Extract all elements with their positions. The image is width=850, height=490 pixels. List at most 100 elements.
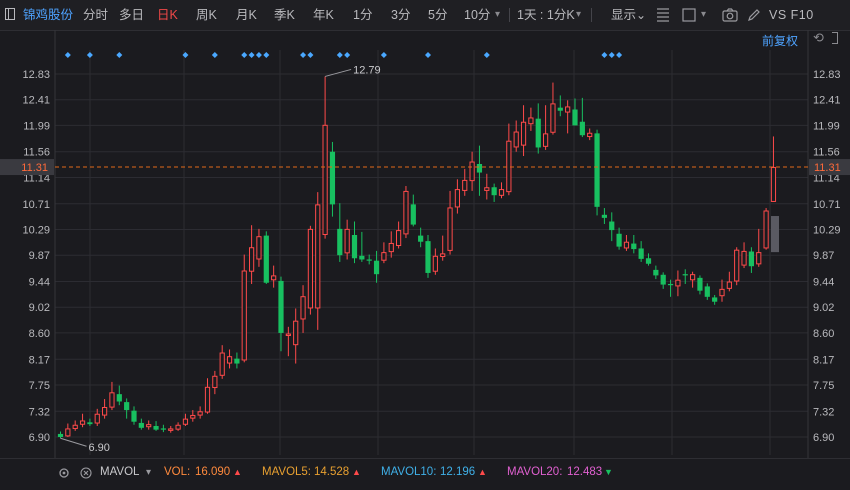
candle-body <box>256 236 262 260</box>
candle-body <box>403 190 409 235</box>
y-tick-label-left: 9.87 <box>29 250 50 262</box>
candlestick-chart[interactable]: 12.83 12.83 12.41 12.41 11.99 11.99 11.56 11.56… <box>0 0 850 458</box>
candle-body <box>601 214 607 218</box>
candle-body <box>322 124 328 235</box>
event-marker <box>116 52 123 58</box>
candle-body <box>396 230 402 247</box>
vol-value: 16.090 <box>195 466 231 478</box>
candle-body <box>146 424 152 428</box>
mavol10-value: 12.196 <box>440 466 476 478</box>
candle-body <box>87 422 93 425</box>
y-tick-label-left: 7.32 <box>29 406 50 418</box>
event-marker <box>616 52 623 58</box>
event-marker <box>608 52 615 58</box>
candle-body <box>638 248 644 259</box>
event-marker <box>241 52 248 58</box>
candle-body <box>594 133 600 207</box>
y-tick-label-right: 8.60 <box>813 328 834 340</box>
candle-body <box>72 424 78 430</box>
candle-body <box>197 411 203 416</box>
mavol20-label: MAVOL20: <box>507 466 563 478</box>
y-tick-label-left: 6.90 <box>29 432 50 444</box>
y-tick-label-right: 8.17 <box>813 354 834 366</box>
chevron-down-icon[interactable]: ▾ <box>146 459 151 486</box>
event-marker <box>263 52 270 58</box>
event-marker <box>211 52 218 58</box>
candle-body <box>675 279 681 287</box>
candle-body <box>734 249 740 282</box>
indicator-bar: MAVOL ▾ VOL: 16.090 ▲ MAVOL5: 14.528 ▲ M… <box>0 458 850 486</box>
candle-body <box>462 179 468 191</box>
candle-body <box>190 414 196 419</box>
candle-body <box>410 204 416 225</box>
candle-body <box>587 132 593 138</box>
y-tick-label-right: 9.02 <box>813 302 834 314</box>
candle-body <box>667 283 674 286</box>
candle-body <box>719 288 725 297</box>
y-tick-label-left: 10.29 <box>22 224 50 236</box>
candle-body <box>712 297 718 302</box>
y-tick-label-right: 10.29 <box>813 224 841 236</box>
candle-body <box>631 243 637 250</box>
candle-body <box>498 189 505 196</box>
candle-body <box>484 187 490 191</box>
settings-icon[interactable] <box>58 459 70 486</box>
event-marker <box>182 52 189 58</box>
candle-body <box>234 358 240 364</box>
close-icon[interactable] <box>80 459 92 486</box>
candle-body <box>109 392 115 408</box>
candle-body <box>271 275 277 281</box>
mavol5-label: MAVOL5: <box>262 466 311 478</box>
y-tick-label-right: 9.44 <box>813 277 834 289</box>
y-tick-label-right: 6.90 <box>813 432 834 444</box>
event-marker <box>307 52 314 58</box>
candle-body <box>476 163 483 173</box>
candle-body <box>373 260 380 275</box>
current-price-label-left: 11.31 <box>21 162 48 174</box>
candle-body <box>79 420 86 425</box>
y-tick-label-right: 11.56 <box>813 147 840 159</box>
candle-body <box>57 433 64 437</box>
event-marker <box>601 52 608 58</box>
indicator-select[interactable]: MAVOL <box>100 459 139 486</box>
event-marker <box>248 52 255 58</box>
candle-body <box>388 242 394 253</box>
candle-body <box>572 109 578 126</box>
candle-body <box>175 424 181 430</box>
y-tick-label-left: 8.60 <box>29 328 50 340</box>
candle-body <box>726 281 732 289</box>
candle-body <box>204 386 211 413</box>
mavol20-value: 12.483 <box>567 466 603 478</box>
candle-body <box>300 296 306 320</box>
candle-body <box>168 428 174 431</box>
candle-body <box>579 121 585 136</box>
y-tick-label-right: 12.41 <box>813 95 841 107</box>
candle-body <box>756 252 762 265</box>
candle-body <box>447 207 453 251</box>
candle-body <box>278 280 284 333</box>
y-tick-label-left: 7.75 <box>29 380 50 392</box>
y-tick-label-left: 11.56 <box>23 147 50 159</box>
candle-body <box>219 352 225 376</box>
candle-body <box>359 255 365 260</box>
y-tick-label-left: 12.41 <box>22 95 50 107</box>
low-pointer <box>60 437 87 447</box>
candle-body <box>660 274 666 285</box>
event-marker <box>86 52 93 58</box>
candle-body <box>704 286 710 297</box>
y-tick-label-right: 7.75 <box>813 380 834 392</box>
candle-body <box>491 187 497 196</box>
candle-body <box>697 277 703 291</box>
candle-body <box>351 234 358 259</box>
candle-body <box>182 418 189 425</box>
candle-body <box>653 269 659 276</box>
candle-body <box>366 259 372 261</box>
candle-body <box>425 241 431 273</box>
event-marker <box>483 52 490 58</box>
candle-body <box>741 250 747 266</box>
candle-body <box>102 407 108 416</box>
candle-body <box>645 258 652 264</box>
current-price-label-right: 11.31 <box>814 162 841 174</box>
up-arrow-icon: ▲ <box>233 467 242 477</box>
low-price-label: 6.90 <box>89 442 110 454</box>
